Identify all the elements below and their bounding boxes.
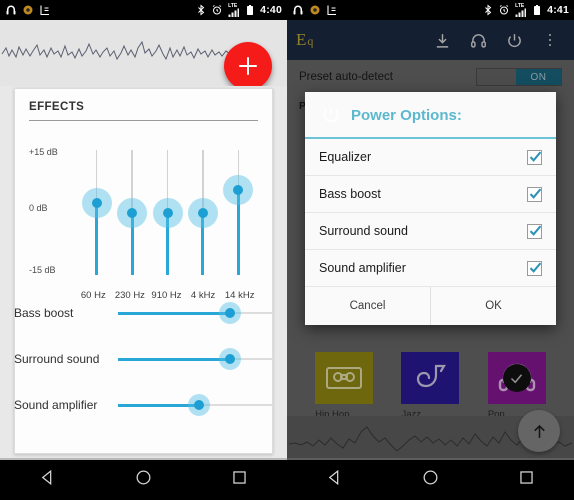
eq-scale-top: +15 dB: [29, 147, 58, 157]
effect-fill: [118, 404, 199, 407]
back-icon[interactable]: [38, 468, 57, 492]
app-icon: [39, 4, 51, 16]
check-icon: [529, 187, 542, 199]
effect-slider[interactable]: [118, 302, 273, 324]
lte-signal-icon: LTE: [227, 3, 240, 17]
cancel-button[interactable]: Cancel: [305, 287, 430, 325]
effect-label: Sound amplifier: [14, 397, 98, 412]
status-left-icons: [5, 4, 51, 16]
eq-band-knob[interactable]: [197, 207, 208, 218]
effect-slider[interactable]: [118, 348, 273, 370]
effect-fill: [118, 358, 230, 361]
back-icon[interactable]: [325, 468, 344, 492]
equalizer-panel: +15 dB 0 dB -15 dB 60 Hz 230 Hz 910 Hz 4 kH…: [29, 125, 258, 301]
alarm-icon: [211, 4, 223, 16]
effect-slider-row[interactable]: Bass boost: [14, 290, 273, 336]
power-options-dialog: Power Options: Equalizer Bass boost Surrou…: [305, 92, 556, 325]
check-icon: [529, 150, 542, 162]
effect-knob[interactable]: [224, 308, 235, 318]
recents-icon[interactable]: [517, 468, 536, 492]
eq-band-knob[interactable]: [127, 207, 138, 218]
eq-band-slider[interactable]: [114, 150, 149, 275]
home-icon[interactable]: [421, 468, 440, 492]
plus-icon: [238, 56, 258, 76]
status-right-icons: LTE 4:40: [195, 3, 282, 17]
checkbox[interactable]: [527, 223, 542, 239]
effect-knob[interactable]: [224, 354, 235, 364]
headphones-icon: [292, 4, 304, 16]
effect-fill: [118, 312, 230, 315]
eq-scale-mid: 0 dB: [29, 203, 48, 213]
recents-icon[interactable]: [230, 468, 249, 492]
effect-label: Bass boost: [14, 305, 74, 320]
eq-band-slider[interactable]: [79, 150, 114, 275]
effect-label: Surround sound: [14, 351, 100, 366]
ok-button[interactable]: OK: [431, 287, 556, 325]
dialog-checkbox-row[interactable]: Bass boost: [305, 176, 556, 213]
left-screen: LTE 4:40 EFFECTS +15 dB 0 dB -15 dB 60 H…: [0, 0, 287, 500]
effect-knob[interactable]: [193, 400, 204, 410]
dialog-item-label: Equalizer: [319, 150, 372, 164]
eq-band-slider[interactable]: [150, 150, 185, 275]
dialog-item-list: Equalizer Bass boost Surround sound Sound a…: [305, 139, 556, 287]
record-icon: [22, 4, 34, 16]
eq-scale-bottom: -15 dB: [29, 265, 56, 275]
status-bar-right: LTE 4:41: [287, 0, 574, 20]
lte-signal-icon: LTE: [514, 3, 527, 17]
bluetooth-icon: [482, 4, 494, 16]
effect-slider-row[interactable]: Sound amplifier: [14, 382, 273, 428]
home-icon[interactable]: [134, 468, 153, 492]
app-icon: [326, 4, 338, 16]
dialog-header: Power Options:: [305, 92, 556, 139]
eq-band-knob[interactable]: [91, 197, 102, 208]
effect-slider-row[interactable]: Surround sound: [14, 336, 273, 382]
eq-band-knob[interactable]: [162, 207, 173, 218]
power-icon: [321, 105, 341, 125]
check-icon: [529, 261, 542, 273]
battery-icon: [531, 4, 543, 16]
clock-left: 4:40: [260, 4, 282, 16]
status-bar-left: LTE 4:40: [0, 0, 287, 20]
dialog-item-label: Sound amplifier: [319, 261, 406, 275]
clock-right: 4:41: [547, 4, 569, 16]
alarm-icon: [498, 4, 510, 16]
eq-band-list: [79, 150, 256, 275]
lte-label: LTE: [228, 3, 238, 9]
nav-bar-left: [0, 460, 287, 500]
effect-slider-list: Bass boost Surround sound Sound amplifier: [14, 290, 273, 428]
dialog-title: Power Options:: [351, 106, 462, 124]
effect-slider[interactable]: [118, 394, 273, 416]
audio-visualizer-left: [0, 20, 287, 86]
eq-band-slider[interactable]: [221, 150, 256, 275]
eq-band-slider[interactable]: [185, 150, 220, 275]
dual-screenshot: LTE 4:40 EFFECTS +15 dB 0 dB -15 dB 60 H…: [0, 0, 574, 500]
dialog-checkbox-row[interactable]: Sound amplifier: [305, 250, 556, 287]
effects-title: EFFECTS: [29, 101, 258, 121]
status-left-icons-right: [292, 4, 338, 16]
checkbox[interactable]: [527, 260, 542, 276]
dialog-item-label: Surround sound: [319, 224, 408, 238]
checkbox[interactable]: [527, 149, 542, 165]
dialog-item-label: Bass boost: [319, 187, 381, 201]
nav-bar-right: [287, 460, 574, 500]
status-right-icons-right: LTE 4:41: [482, 3, 569, 17]
checkbox[interactable]: [527, 186, 542, 202]
dialog-checkbox-row[interactable]: Surround sound: [305, 213, 556, 250]
headphones-icon: [5, 4, 17, 16]
dialog-checkbox-row[interactable]: Equalizer: [305, 139, 556, 176]
record-icon: [309, 4, 321, 16]
battery-icon: [244, 4, 256, 16]
check-icon: [529, 224, 542, 236]
lte-label: LTE: [515, 3, 525, 9]
dialog-buttons: Cancel OK: [305, 287, 556, 325]
add-fab-button[interactable]: [224, 42, 272, 86]
right-screen: LTE 4:41 Eq Preset auto-detect ON Hip Ho…: [287, 0, 574, 500]
bluetooth-icon: [195, 4, 207, 16]
